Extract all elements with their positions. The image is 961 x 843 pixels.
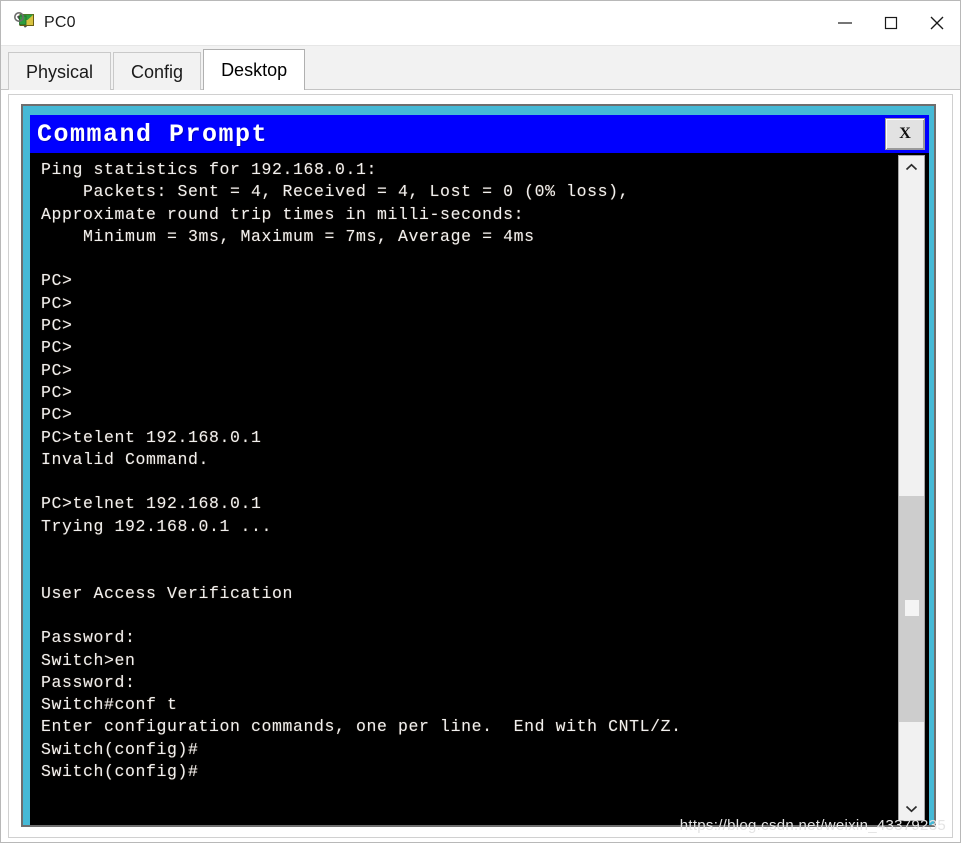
close-button[interactable] — [914, 1, 960, 45]
minimize-button[interactable] — [822, 1, 868, 45]
scroll-up-button[interactable] — [899, 156, 924, 179]
scroll-down-icon — [905, 805, 918, 813]
tab-config[interactable]: Config — [113, 52, 202, 90]
console-output-area[interactable]: Ping statistics for 192.168.0.1: Packets… — [30, 153, 929, 825]
desktop-app-panel: Command Prompt X Ping statistics for 192… — [8, 94, 953, 838]
watermark-text: https://blog.csdn.net/weixin_43379235 — [679, 817, 946, 834]
application-window: PC0 Physical Config Desktop Command Prom… — [0, 0, 961, 843]
maximize-button[interactable] — [868, 1, 914, 45]
scroll-thumb[interactable] — [899, 496, 924, 722]
scroll-thumb-grip — [904, 600, 919, 616]
tab-desktop[interactable]: Desktop — [203, 49, 306, 90]
console-scrollbar[interactable] — [898, 155, 925, 821]
tab-physical[interactable]: Physical — [8, 52, 112, 90]
minimize-icon — [838, 22, 852, 24]
window-controls — [822, 1, 960, 45]
command-prompt-window: Command Prompt X Ping statistics for 192… — [21, 104, 936, 827]
window-title: PC0 — [44, 14, 76, 31]
console-text: Ping statistics for 192.168.0.1: Packets… — [41, 160, 682, 782]
command-prompt-titlebar: Command Prompt X — [30, 115, 929, 153]
close-icon — [930, 16, 944, 30]
command-prompt-title: Command Prompt — [37, 119, 269, 149]
packet-tracer-pc-icon — [14, 12, 36, 34]
window-title-bar: PC0 — [1, 1, 960, 46]
command-prompt-close-button[interactable]: X — [885, 118, 925, 150]
scroll-up-icon — [905, 163, 918, 171]
desktop-content-pane: Command Prompt X Ping statistics for 192… — [1, 90, 960, 842]
tab-strip: Physical Config Desktop — [1, 46, 960, 90]
maximize-icon — [884, 16, 898, 30]
